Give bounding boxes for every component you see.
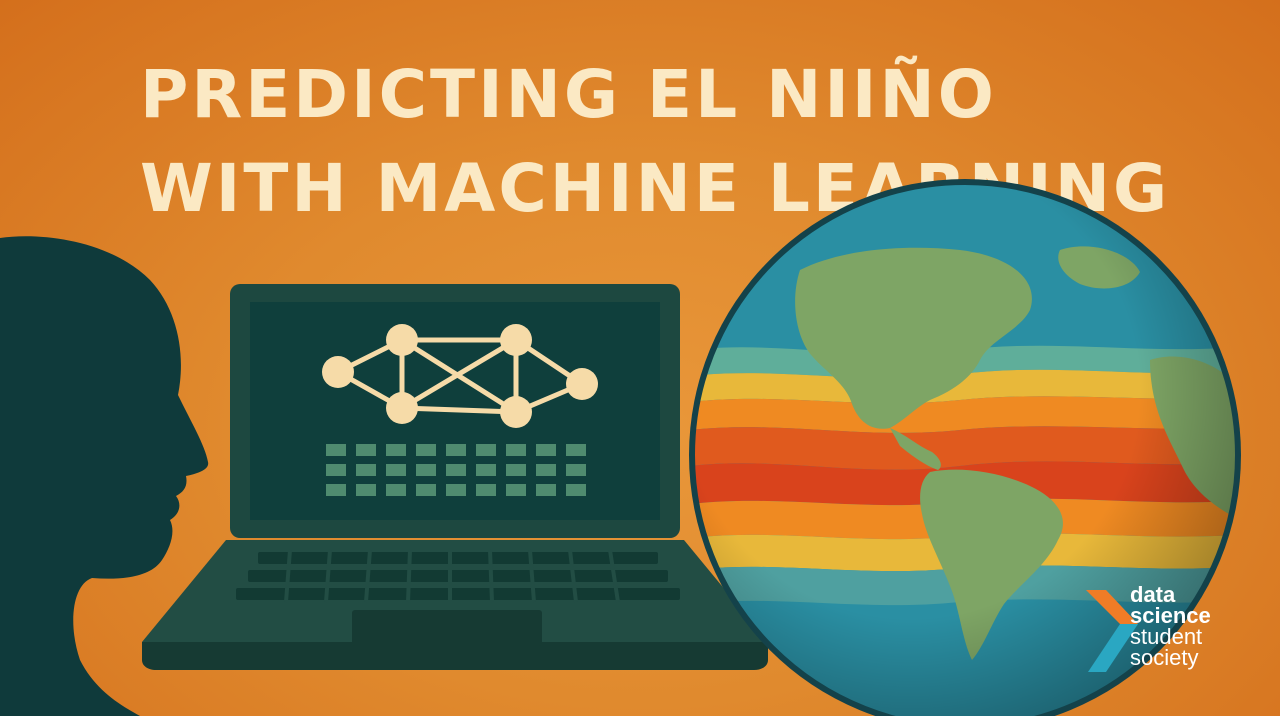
- trackpad: [352, 610, 542, 646]
- logo-word-student: student: [1130, 624, 1203, 649]
- laptop-icon: [142, 284, 768, 670]
- logo-word-data: data: [1130, 582, 1176, 607]
- logo-text: data science student society: [1130, 582, 1211, 670]
- logo-word-society: society: [1130, 645, 1199, 670]
- data-grid: [326, 444, 586, 496]
- logo-word-science: science: [1130, 603, 1211, 628]
- data-science-student-society-logo: data science student society: [1086, 584, 1266, 684]
